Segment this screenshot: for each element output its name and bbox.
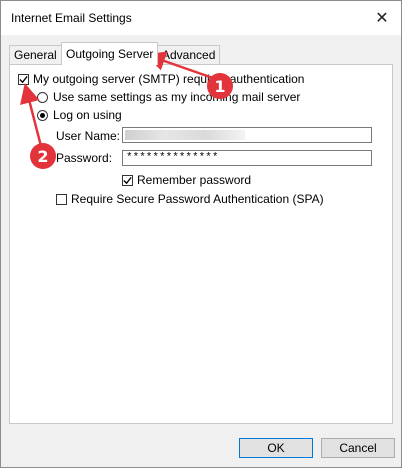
- requires-auth-label: My outgoing server (SMTP) requires authe…: [33, 72, 305, 86]
- cancel-button[interactable]: Cancel: [321, 438, 395, 458]
- log-on-using-radio[interactable]: [37, 109, 48, 121]
- annotation-badge-2: 2: [30, 143, 56, 169]
- annotation-badge-1: 1: [207, 73, 233, 99]
- use-same-settings-radio[interactable]: [37, 91, 48, 103]
- close-icon[interactable]: ✕: [369, 5, 395, 31]
- remember-password-label: Remember password: [137, 173, 252, 187]
- requires-auth-checkbox[interactable]: [18, 73, 29, 85]
- remember-password-row: Remember password: [122, 173, 251, 187]
- user-name-input[interactable]: [122, 127, 372, 143]
- internet-email-settings-dialog: Internet Email Settings ✕ General Outgoi…: [0, 0, 402, 468]
- checkmark-icon: [123, 176, 132, 184]
- tab-advanced[interactable]: Advanced: [157, 45, 221, 64]
- title-bar: Internet Email Settings ✕: [1, 1, 401, 35]
- outgoing-server-panel: My outgoing server (SMTP) requires authe…: [9, 64, 393, 424]
- window-title: Internet Email Settings: [11, 11, 132, 25]
- password-label: Password:: [56, 151, 113, 165]
- use-same-settings-label: Use same settings as my incoming mail se…: [53, 90, 301, 104]
- requires-auth-row: My outgoing server (SMTP) requires authe…: [18, 72, 304, 86]
- log-on-using-row: Log on using: [37, 108, 122, 122]
- tab-outgoing-server[interactable]: Outgoing Server: [61, 42, 159, 65]
- remember-password-checkbox[interactable]: [122, 174, 133, 186]
- user-name-label: User Name:: [56, 129, 121, 143]
- password-input[interactable]: **************: [122, 150, 372, 166]
- ok-button[interactable]: OK: [239, 438, 313, 458]
- checkmark-icon: [19, 75, 28, 83]
- dialog-body: General Outgoing Server Advanced My outg…: [1, 35, 401, 467]
- spa-label: Require Secure Password Authentication (…: [71, 192, 324, 206]
- use-same-settings-row: Use same settings as my incoming mail se…: [37, 90, 300, 104]
- spa-row: Require Secure Password Authentication (…: [56, 192, 324, 206]
- tab-general[interactable]: General: [9, 45, 62, 64]
- spa-checkbox[interactable]: [56, 193, 67, 205]
- redacted-user-name: [125, 130, 245, 140]
- log-on-using-label: Log on using: [53, 108, 122, 122]
